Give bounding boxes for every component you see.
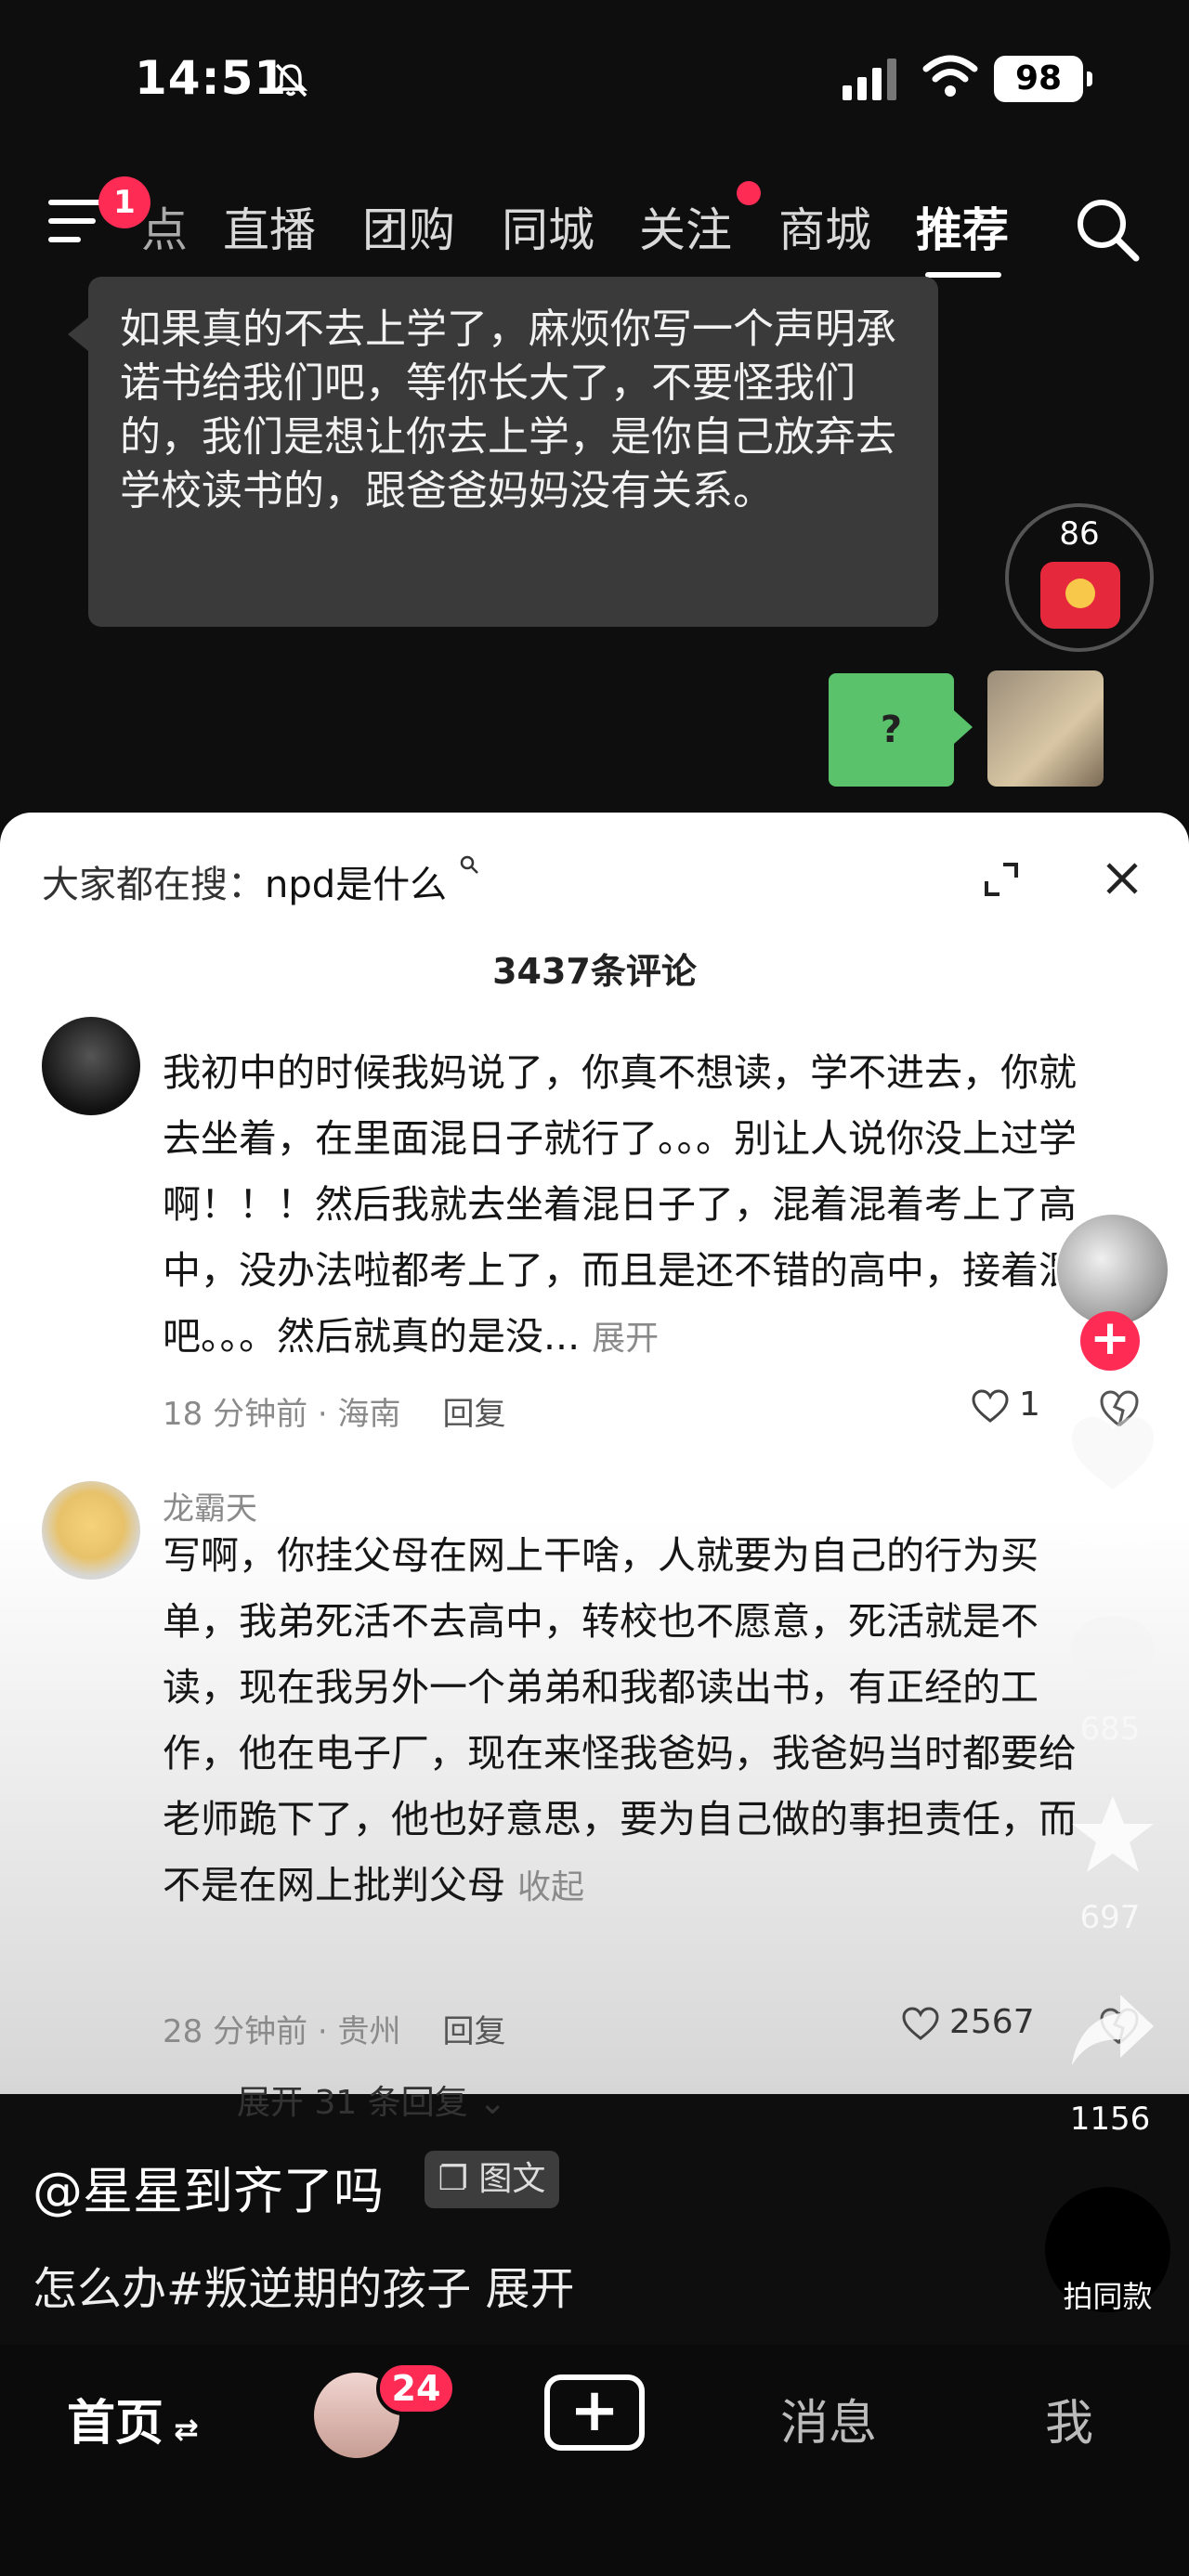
tab-recommend[interactable]: 推荐 xyxy=(916,193,1009,260)
reply-button[interactable]: 回复 xyxy=(443,2013,506,2050)
bell-muted-icon xyxy=(273,63,308,98)
red-packet-count: 86 xyxy=(1059,515,1100,553)
tab-mall[interactable]: 商城 xyxy=(778,193,871,260)
trending-search-keyword[interactable]: npd是什么 xyxy=(265,864,447,906)
battery-indicator: 98 xyxy=(994,56,1092,102)
nav-home-label: 首页 xyxy=(67,2396,164,2452)
expand-text-link[interactable]: 展开 xyxy=(592,1320,659,1358)
tab-active-indicator xyxy=(925,272,1001,278)
red-packet-icon[interactable] xyxy=(1040,562,1120,629)
expand-replies-button[interactable]: 展开 31 条回复 ⌄ xyxy=(237,2075,506,2124)
collapse-text-link[interactable]: 收起 xyxy=(517,1868,584,1906)
status-time: 14:51 xyxy=(135,51,288,105)
status-bar: 14:51 98 xyxy=(0,0,1189,158)
like-button[interactable]: 1 xyxy=(971,1386,1040,1424)
expand-replies-label: 展开 31 条回复 xyxy=(237,2084,468,2122)
tab-following[interactable]: 关注 xyxy=(639,193,732,260)
like-count: 2830 xyxy=(1069,1516,1151,1553)
trending-search-prefix: 大家都在搜： xyxy=(42,864,265,906)
follow-plus-button[interactable]: + xyxy=(1080,1311,1140,1371)
comment-count-rail: 685 xyxy=(1079,1711,1141,1748)
search-icon[interactable] xyxy=(1073,195,1142,264)
avatar[interactable] xyxy=(42,1481,140,1580)
image-post-label: 图文 xyxy=(478,2160,546,2198)
create-button[interactable]: + xyxy=(544,2374,645,2451)
comment-text-body: 写啊，你挂父母在网上干啥，人就要为自己的行为买单，我弟死活不去高中，转校也不愿意… xyxy=(163,1533,1077,1907)
top-nav: 1 点 直播 团购 同城 关注 商城 推荐 xyxy=(0,176,1189,293)
heart-icon xyxy=(902,2007,939,2040)
image-post-tag: ❐ 图文 xyxy=(425,2151,559,2208)
reply-button[interactable]: 回复 xyxy=(443,1396,506,1433)
author-username[interactable]: @星星到齐了吗 xyxy=(33,2150,384,2223)
following-dot xyxy=(737,181,761,205)
like-heart-icon[interactable] xyxy=(1066,1412,1159,1495)
image-post-icon: ❐ xyxy=(438,2160,468,2198)
comment-time-location: 28 分钟前 · 贵州 xyxy=(163,2013,401,2050)
close-icon[interactable] xyxy=(1101,857,1143,900)
share-arrow-icon[interactable] xyxy=(1066,1987,1159,2071)
tab-local[interactable]: 同城 xyxy=(502,193,594,260)
comment-text: 写啊，你挂父母在网上干啥，人就要为自己的行为买单，我弟死活不去高中，转校也不愿意… xyxy=(163,1523,1091,1920)
green-chat-bubble: ? xyxy=(829,673,973,787)
expand-icon[interactable] xyxy=(983,861,1020,898)
comment-time-location: 18 分钟前 · 海南 xyxy=(163,1396,401,1433)
tab-live[interactable]: 直播 xyxy=(223,193,316,260)
comment-bubble-icon[interactable] xyxy=(1066,1608,1159,1692)
tab-group-buy[interactable]: 团购 xyxy=(362,193,455,260)
signal-icon xyxy=(843,59,896,100)
avatar[interactable] xyxy=(42,1017,140,1115)
share-count: 1156 xyxy=(1069,2101,1151,2138)
comment-count: 3437条评论 xyxy=(492,951,697,992)
comment-text-body: 我初中的时候我妈说了，你真不想读，学不进去，你就去坐着，在里面混日子就行了。。。… xyxy=(163,1050,1077,1359)
comment-meta: 18 分钟前 · 海南 回复 xyxy=(163,1388,506,1434)
like-button[interactable]: 2567 xyxy=(901,2003,1035,2041)
nav-me[interactable]: 我 xyxy=(1045,2384,1093,2453)
chat-bubble: 如果真的不去上学了，麻烦你写一个声明承诺书给我们吧，等你长大了，不要怪我们的，我… xyxy=(68,277,938,627)
shoot-same-label[interactable]: 拍同款 xyxy=(1045,2273,1170,2316)
heart-icon xyxy=(972,1389,1009,1423)
search-small-icon xyxy=(460,855,478,874)
tab-partial[interactable]: 点 xyxy=(141,193,188,260)
favorite-count: 697 xyxy=(1079,1899,1141,1936)
wifi-icon xyxy=(922,55,978,97)
friends-badge: 24 xyxy=(376,2361,456,2415)
nav-messages[interactable]: 消息 xyxy=(780,2384,877,2453)
chevron-down-icon: ⌄ xyxy=(478,2084,507,2122)
swap-icon: ⇄ xyxy=(163,2412,199,2447)
star-icon[interactable] xyxy=(1066,1792,1159,1876)
like-count: 2567 xyxy=(949,2003,1035,2041)
comment-meta: 28 分钟前 · 贵州 回复 xyxy=(163,2006,506,2051)
nav-home[interactable]: 首页 ⇄ xyxy=(67,2384,199,2453)
like-count: 1 xyxy=(1019,1386,1040,1424)
comments-sheet: 大家都在搜：npd是什么 3437条评论 我初中的时候我妈说了，你真不想读，学不… xyxy=(0,813,1189,2122)
bottom-nav: 首页 ⇄ 24 + 消息 我 xyxy=(0,2345,1189,2576)
comment-text: 我初中的时候我妈说了，你真不想读，学不进去，你就去坐着，在里面混日子就行了。。。… xyxy=(163,1040,1091,1372)
chat-avatar xyxy=(987,670,1104,787)
trending-search[interactable]: 大家都在搜：npd是什么 xyxy=(42,854,479,908)
comment-username[interactable]: 龙霸天 xyxy=(163,1483,257,1529)
post-description[interactable]: 怎么办#叛逆期的孩子 展开 xyxy=(33,2252,574,2317)
